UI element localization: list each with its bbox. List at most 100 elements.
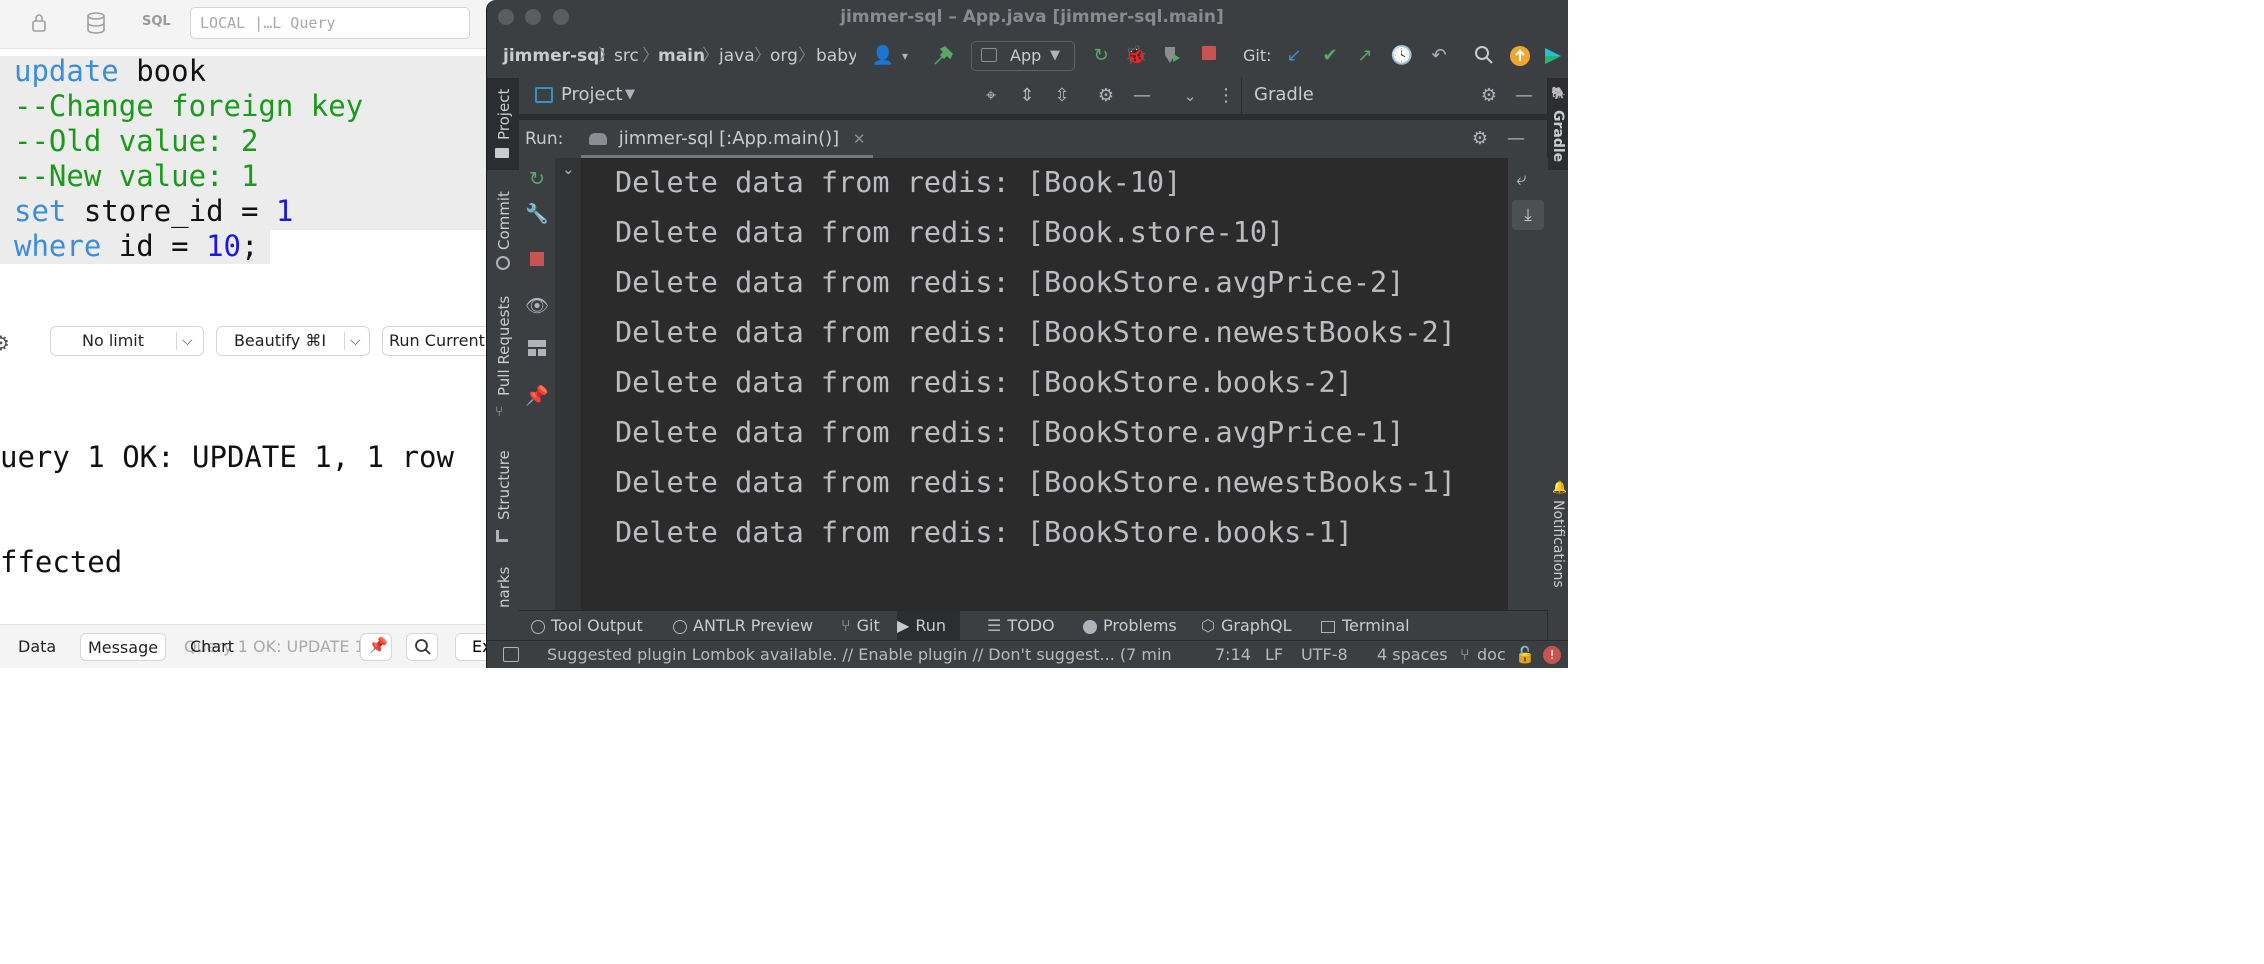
tab-graphql[interactable]: ⬡ GraphQL: [1201, 611, 1292, 641]
pin-button[interactable]: 📌: [360, 633, 392, 661]
query-controls: ⚙ No limit ⌵ Beautify ⌘I ⌵ Run Current: [0, 322, 488, 362]
tab-chart[interactable]: Chart: [190, 633, 234, 661]
file-encoding[interactable]: UTF-8: [1301, 641, 1348, 668]
limit-label: No limit: [81, 331, 145, 350]
tab-git[interactable]: ⑂ Git: [841, 611, 880, 641]
beautify-button[interactable]: Beautify ⌘I ⌵: [216, 326, 370, 356]
rollback-icon[interactable]: ↶: [1427, 45, 1451, 67]
gradle-panel-title[interactable]: Gradle: [1254, 78, 1314, 112]
tab-todo[interactable]: ☰ TODO: [987, 611, 1055, 641]
project-panel-title[interactable]: Project: [561, 78, 623, 112]
readonly-lock-icon[interactable]: 🔓: [1515, 641, 1535, 668]
update-icon[interactable]: [1508, 45, 1532, 67]
indent-setting[interactable]: 4 spaces: [1377, 641, 1448, 668]
expand-all-icon[interactable]: ⇕: [1016, 85, 1038, 107]
run-current-button[interactable]: Run Current: [382, 326, 488, 356]
chevron-down-icon[interactable]: ⌄: [1179, 85, 1201, 107]
console-line: Delete data from redis: [BookStore.books…: [615, 366, 1353, 399]
tool-tab-gradle[interactable]: Gradle: [1550, 110, 1568, 170]
error-indicator-icon[interactable]: !: [1543, 646, 1561, 664]
breadcrumb-project[interactable]: jimmer-sql: [503, 34, 605, 78]
tab-terminal[interactable]: Terminal: [1321, 611, 1410, 641]
settings-gear-icon[interactable]: ⚙: [1095, 85, 1117, 107]
database-icon[interactable]: [84, 12, 108, 36]
tab-message[interactable]: Message: [80, 633, 166, 661]
breadcrumb-src[interactable]: src: [614, 34, 639, 78]
tab-tool-output[interactable]: Tool Output: [531, 611, 643, 641]
settings-icon[interactable]: ⚙: [0, 331, 10, 355]
right-tool-strip: 🐘 Gradle 🔔 Notifications: [1547, 78, 1568, 668]
eye-icon[interactable]: 👁: [525, 294, 549, 318]
run-config-icon: [981, 48, 997, 62]
status-message[interactable]: Suggested plugin Lombok available. // En…: [547, 641, 1171, 668]
git-commit-icon[interactable]: ✔: [1318, 45, 1342, 67]
limit-dropdown[interactable]: No limit ⌵: [50, 326, 204, 356]
beautify-separator: [344, 332, 345, 350]
git-update-icon[interactable]: ↙: [1282, 45, 1306, 67]
git-label: Git:: [1243, 46, 1272, 65]
build-hammer-icon[interactable]: [931, 45, 955, 67]
run-tab-jimmer-sql[interactable]: jimmer-sql [:App.main()] ✕: [581, 120, 874, 158]
gradle-elephant-icon: 🐘: [1551, 86, 1566, 100]
chevron-down-icon[interactable]: ⌵: [350, 327, 361, 355]
close-tab-icon[interactable]: ✕: [853, 130, 866, 148]
rerun-icon[interactable]: ↻: [525, 167, 549, 191]
ide-status-bar: Suggested plugin Lombok available. // En…: [487, 640, 1568, 668]
stop-icon[interactable]: [525, 248, 549, 272]
export-button[interactable]: Ex: [455, 633, 488, 661]
window-title: jimmer-sql – App.java [jimmer-sql.main]: [840, 7, 1224, 27]
hide-panel-icon[interactable]: —: [1505, 128, 1527, 150]
rerun-icon[interactable]: ↻: [1089, 45, 1113, 67]
run-console-output[interactable]: Delete data from redis: [Book-10] Delete …: [582, 158, 1506, 610]
layout-icon[interactable]: [525, 338, 549, 362]
breadcrumb-org[interactable]: org: [770, 34, 798, 78]
soft-wrap-icon[interactable]: ⤶: [1516, 168, 1527, 190]
connection-query-field[interactable]: LOCAL |…L Query: [190, 7, 470, 39]
tab-data[interactable]: Data: [18, 633, 56, 661]
sql-mode-label[interactable]: SQL: [142, 14, 171, 29]
tab-run[interactable]: ▶ Run: [897, 611, 960, 641]
git-push-icon[interactable]: ↗: [1353, 45, 1377, 67]
tab-antlr-preview[interactable]: ANTLR Preview: [673, 611, 813, 641]
hide-panel-icon[interactable]: —: [1513, 85, 1535, 107]
stop-icon[interactable]: [1197, 45, 1221, 67]
lock-icon[interactable]: [27, 12, 51, 36]
chevron-down-icon: ▼: [1050, 48, 1060, 63]
chevron-down-icon[interactable]: ▼: [625, 78, 635, 112]
tool-tab-notifications[interactable]: Notifications: [1550, 500, 1568, 600]
search-button[interactable]: [406, 633, 438, 661]
breadcrumb-java[interactable]: java: [719, 34, 755, 78]
console-line: Delete data from redis: [BookStore.avgPr…: [615, 266, 1405, 299]
pin-icon[interactable]: 📌: [525, 384, 549, 408]
chevron-down-icon[interactable]: ⌄: [562, 160, 575, 178]
scroll-to-end-icon[interactable]: ⤓: [1512, 200, 1544, 230]
chevron-down-icon[interactable]: ⌵: [182, 327, 193, 355]
panel-toggle-icon[interactable]: [503, 647, 519, 662]
hide-panel-icon[interactable]: —: [1131, 85, 1153, 107]
settings-gear-icon[interactable]: ⚙: [1478, 85, 1500, 107]
caret-position[interactable]: 7:14: [1215, 641, 1251, 668]
doc-label[interactable]: doc: [1477, 641, 1506, 668]
debug-bug-icon[interactable]: 🐞: [1124, 45, 1148, 67]
run-panel-header: Run: jimmer-sql [:App.main()] ✕ ⚙ —: [519, 120, 1547, 159]
tab-problems[interactable]: Problems: [1083, 611, 1177, 641]
more-options-icon[interactable]: ⋮: [1215, 85, 1237, 107]
breadcrumb-main[interactable]: main: [658, 34, 705, 78]
history-icon[interactable]: 🕓: [1390, 45, 1414, 67]
run-actions-gutter: ↻ 🔧 👁 📌: [519, 158, 556, 610]
wrench-icon[interactable]: 🔧: [525, 202, 549, 226]
sql-editor[interactable]: update book --Change foreign key --Old val…: [0, 54, 488, 322]
user-icon[interactable]: 👤: [871, 45, 895, 67]
settings-gear-icon[interactable]: ⚙: [1469, 128, 1491, 150]
run-config-dropdown[interactable]: App ▼: [971, 41, 1075, 71]
locate-target-icon[interactable]: ⌖: [980, 85, 1002, 107]
chevron-down-icon[interactable]: ▾: [893, 45, 917, 67]
gradle-panel-header: Gradle ⚙ —: [1241, 78, 1548, 115]
search-icon[interactable]: [1472, 45, 1496, 67]
breadcrumb-babyt[interactable]: babyt: [816, 34, 856, 78]
tab-todo-label: TODO: [1007, 616, 1055, 635]
collapse-all-icon[interactable]: ⇳: [1051, 85, 1073, 107]
toolbox-logo-icon[interactable]: [1541, 45, 1565, 67]
line-separator[interactable]: LF: [1265, 641, 1283, 668]
coverage-icon[interactable]: [1160, 45, 1184, 67]
